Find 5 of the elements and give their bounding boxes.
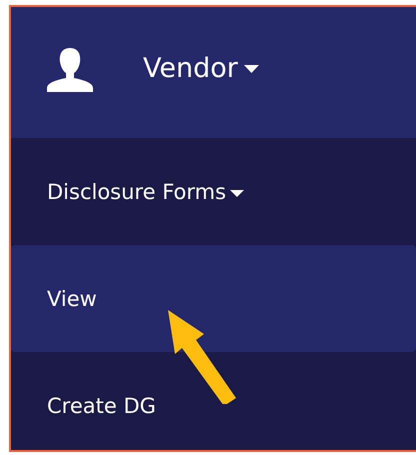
vendor-dropdown[interactable]: Vendor bbox=[143, 53, 259, 84]
menu-item[interactable]: View bbox=[11, 245, 416, 352]
menu-item[interactable]: Create DG bbox=[11, 352, 416, 450]
menu-item[interactable]: Disclosure Forms bbox=[11, 138, 416, 245]
user-icon bbox=[47, 48, 93, 92]
